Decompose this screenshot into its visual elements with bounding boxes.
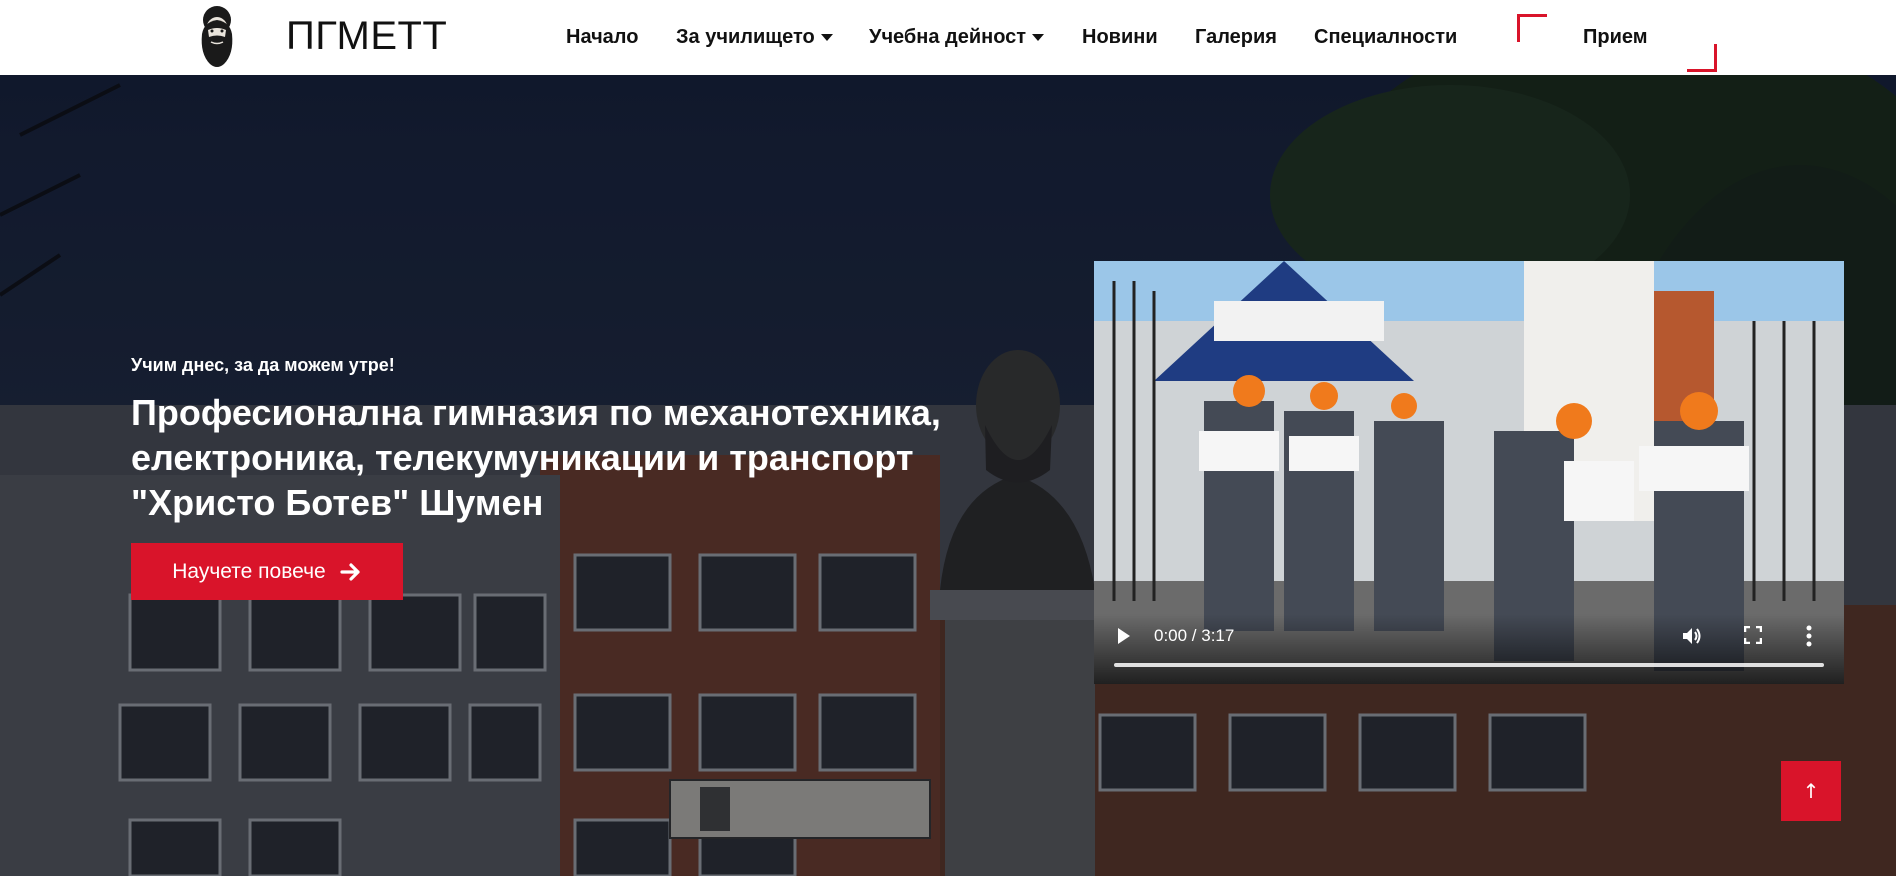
- hero-title: Професионална гимназия по механотехника,…: [131, 392, 941, 523]
- corner-bracket-decoration: [1517, 14, 1547, 42]
- hero-tagline: Учим днес, за да можем утре!: [131, 355, 395, 375]
- site-header: ПГМЕТТ Начало За училището Учебна дейнос…: [0, 0, 1896, 75]
- learn-more-button[interactable]: Научете повече: [131, 543, 403, 600]
- video-time: 0:00 / 3:17: [1154, 626, 1235, 645]
- back-to-top-button[interactable]: ↑: [1781, 761, 1841, 821]
- admission-label: Прием: [1583, 26, 1648, 48]
- nav-item-label: Новини: [1082, 26, 1158, 48]
- arrow-up-icon: ↑: [1802, 779, 1820, 803]
- corner-bracket-decoration: [1687, 44, 1717, 72]
- nav-item-label: Начало: [566, 26, 639, 48]
- nav-item-specialties[interactable]: Специалности: [1314, 26, 1457, 49]
- nav-item-label: Специалности: [1314, 26, 1458, 48]
- nav-item-academics[interactable]: Учебна дейност: [869, 26, 1045, 49]
- admission-button[interactable]: Прием: [1517, 14, 1717, 72]
- main-nav: Начало За училището Учебна дейност Новин…: [0, 0, 1896, 75]
- nav-item-gallery[interactable]: Галерия: [1195, 26, 1277, 49]
- fullscreen-icon[interactable]: [1744, 626, 1762, 644]
- nav-item-news[interactable]: Новини: [1082, 26, 1158, 49]
- nav-item-label: За училището: [676, 26, 815, 48]
- chevron-down-icon: [820, 34, 833, 41]
- more-options-icon[interactable]: [1806, 625, 1812, 647]
- learn-more-label: Научете повече: [172, 559, 326, 583]
- hero-section: Учим днес, за да можем утре! Професионал…: [0, 75, 1896, 876]
- play-icon[interactable]: [1118, 628, 1130, 644]
- video-controls: 0:00 / 3:17: [1094, 614, 1844, 684]
- video-progress-bar[interactable]: [1114, 663, 1824, 667]
- video-player[interactable]: 0:00 / 3:17: [1094, 261, 1844, 684]
- chevron-down-icon: [1032, 34, 1045, 41]
- nav-item-label: Учебна дейност: [869, 26, 1027, 48]
- nav-item-home[interactable]: Начало: [566, 26, 638, 49]
- nav-item-label: Галерия: [1195, 26, 1277, 48]
- nav-item-about-school[interactable]: За училището: [676, 26, 833, 49]
- arrow-right-icon: [340, 562, 360, 581]
- volume-icon[interactable]: [1682, 626, 1704, 646]
